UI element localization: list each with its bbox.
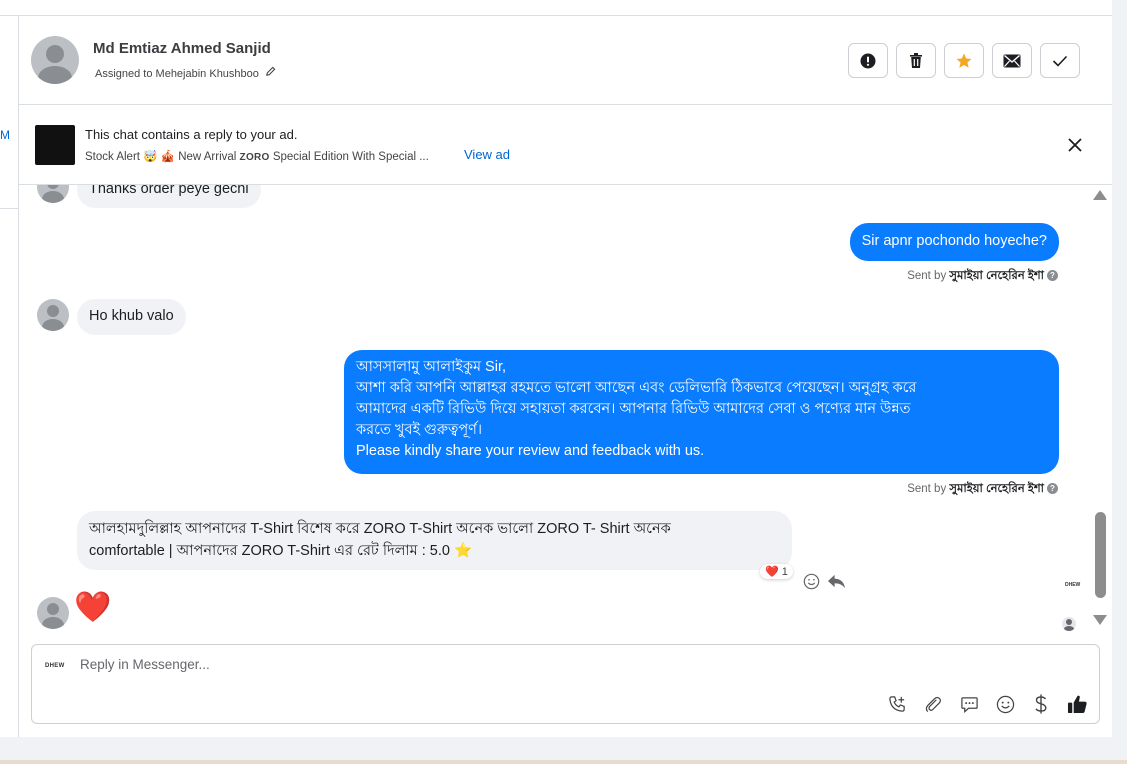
ad-subtitle-brand: ZORO (239, 152, 270, 163)
like-button[interactable] (1066, 693, 1088, 715)
reaction-count: 1 (781, 566, 788, 578)
heart-emoji-message[interactable]: ❤️ (74, 593, 111, 623)
contact-avatar[interactable] (31, 36, 79, 84)
customer-avatar (37, 597, 69, 629)
smiley-icon (996, 695, 1015, 714)
scroll-up-arrow[interactable] (1093, 190, 1107, 200)
message-reaction[interactable]: ❤️ 1 (760, 564, 793, 579)
message-scrollbar[interactable] (1091, 185, 1109, 637)
sent-by-name: সুমাইয়া নেহেরিন ইশা (949, 483, 1044, 495)
smiley-icon (803, 573, 820, 590)
mark-done-button[interactable] (1040, 43, 1080, 78)
left-pane-fragment: M (0, 128, 10, 142)
ad-subtitle-pre: Stock Alert 🤯 🎪 New Arrival (85, 151, 240, 163)
assigned-to[interactable]: Assigned to Mehejabin Khushboo (95, 66, 276, 80)
message-line: comfortable | আপনাদের ZORO T-Shirt এর রে… (89, 543, 472, 559)
left-pane-divider (0, 208, 19, 209)
mark-spam-button[interactable] (848, 43, 888, 78)
message-line: আমাদের একটি রিভিউ দিয়ে সহায়তা করবেন। আ… (356, 401, 911, 417)
right-gutter (1112, 0, 1127, 737)
reply-arrow-icon (827, 573, 846, 590)
outgoing-message[interactable]: Sir apnr pochondo hoyeche? (849, 223, 1059, 261)
sent-by-info: Sent by সুমাইয়া নেহেরিন ইশা? (907, 267, 1058, 286)
outgoing-message[interactable]: আসসালামু আলাইকুম Sir, আশা করি আপনি আল্লা… (344, 350, 1059, 474)
help-icon[interactable]: ? (1047, 270, 1058, 282)
message-text: Ho khub valo (89, 308, 174, 324)
dollar-icon (1034, 694, 1048, 714)
heart-reaction-icon: ❤️ (765, 566, 779, 578)
reply-button[interactable] (827, 573, 846, 590)
customer-avatar (37, 185, 69, 203)
paperclip-icon (924, 695, 943, 714)
attach-button[interactable] (922, 693, 944, 715)
page-brand-marker: DHEW (1065, 582, 1081, 588)
payment-button[interactable] (1030, 693, 1052, 715)
reply-input[interactable] (80, 657, 880, 672)
message-list: Thanks order peye gechi Sir apnr pochond… (19, 185, 1112, 637)
conversation-panel: Md Emtiaz Ahmed Sanjid Assigned to Mehej… (19, 16, 1112, 737)
conversation-header: Md Emtiaz Ahmed Sanjid Assigned to Mehej… (19, 16, 1112, 105)
chat-bubble-icon (960, 695, 979, 714)
close-ad-banner-button[interactable] (1065, 135, 1085, 155)
sent-by-prefix: Sent by (907, 483, 947, 495)
ad-thumbnail[interactable] (35, 125, 75, 165)
left-pane: M (0, 16, 19, 737)
view-ad-link[interactable]: View ad (464, 147, 510, 162)
ad-banner-title: This chat contains a reply to your ad. (85, 127, 298, 142)
trash-icon (908, 52, 924, 69)
emoji-button[interactable] (994, 693, 1016, 715)
checkmark-icon (1052, 55, 1068, 67)
heart-icon: ❤️ (74, 591, 112, 624)
thumbs-up-icon (1067, 694, 1088, 714)
star-icon (955, 52, 973, 70)
message-line: Please kindly share your review and feed… (356, 443, 705, 459)
page-brand-logo: DHEW (45, 663, 65, 669)
star-button[interactable] (944, 43, 984, 78)
help-icon[interactable]: ? (1047, 483, 1058, 495)
exclamation-circle-icon (860, 53, 876, 69)
message-line: আসসালামু আলাইকুম Sir, (356, 359, 507, 375)
scroll-thumb[interactable] (1095, 512, 1106, 598)
bottom-line (0, 760, 1127, 764)
message-line: করতে খুবই গুরুত্বপূর্ণ। (356, 422, 483, 438)
incoming-message[interactable]: আলহামদুলিল্লাহ আপনাদের T-Shirt বিশেষ করে… (77, 511, 792, 570)
sent-by-info: Sent by সুমাইয়া নেহেরিন ইশা? (907, 480, 1058, 499)
mark-unread-button[interactable] (992, 43, 1032, 78)
incoming-message[interactable]: Ho khub valo (77, 299, 186, 335)
contact-name[interactable]: Md Emtiaz Ahmed Sanjid (93, 40, 271, 57)
ad-banner-subtitle: Stock Alert 🤯 🎪 New Arrival ZORO Special… (85, 149, 429, 163)
ad-reply-banner: This chat contains a reply to your ad. S… (19, 105, 1112, 185)
assigned-to-label: Assigned to Mehejabin Khushboo (95, 68, 259, 80)
incoming-message[interactable]: Thanks order peye gechi (77, 185, 261, 208)
envelope-icon (1003, 54, 1021, 68)
message-line: আলহামদুলিল্লাহ আপনাদের T-Shirt বিশেষ করে… (89, 521, 671, 537)
scroll-down-arrow[interactable] (1093, 615, 1107, 625)
call-button[interactable] (886, 693, 908, 715)
react-button[interactable] (803, 573, 820, 590)
seen-avatar (1062, 617, 1076, 631)
delete-button[interactable] (896, 43, 936, 78)
message-text: Thanks order peye gechi (89, 185, 249, 197)
message-line: আশা করি আপনি আল্লাহর রহমতে ভালো আছেন এবং… (356, 380, 917, 396)
sent-by-name: সুমাইয়া নেহেরিন ইশা (949, 270, 1044, 282)
close-icon (1065, 135, 1085, 155)
phone-add-icon (888, 695, 907, 714)
ad-subtitle-post: Special Edition With Special ... (269, 151, 429, 163)
reply-composer: DHEW (31, 644, 1100, 724)
customer-avatar (37, 299, 69, 331)
top-strip (0, 0, 1112, 16)
pencil-icon[interactable] (265, 66, 276, 77)
sent-by-prefix: Sent by (907, 270, 947, 282)
message-text: Sir apnr pochondo hoyeche? (861, 233, 1047, 249)
saved-replies-button[interactable] (958, 693, 980, 715)
